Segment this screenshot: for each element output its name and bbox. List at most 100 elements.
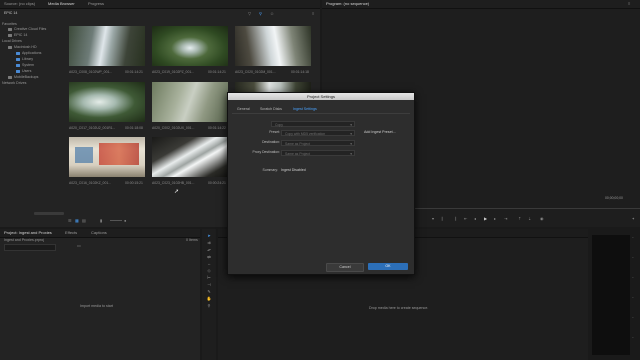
dialog-tab-scratch-disks[interactable]: Scratch Disks — [260, 107, 282, 112]
slide-tool-icon[interactable]: ⊣ — [205, 282, 213, 288]
track-select-tool-icon[interactable]: ⇉ — [205, 240, 213, 246]
project-item-count: 0 Items — [186, 238, 198, 242]
list-view-icon[interactable]: ☰ — [68, 219, 72, 223]
clip-thumbnail[interactable] — [69, 82, 145, 122]
meter-tick-icon: – — [632, 295, 634, 299]
panel-menu-icon[interactable]: ≡ — [628, 2, 630, 6]
pen-tool-icon[interactable]: ✎ — [205, 289, 213, 295]
panel-menu-icon[interactable]: ≡ — [312, 12, 314, 16]
source-tab-bar: Source: (no clips) Media Browser Progres… — [0, 0, 320, 9]
selection-tool-icon[interactable]: ➤ — [205, 233, 213, 239]
tab-program[interactable]: Program: (no sequence) — [326, 1, 369, 7]
tree-item-network-drives[interactable]: Network Drives — [2, 81, 26, 86]
step-forward-icon[interactable]: ▸ — [494, 217, 496, 221]
zoom-slider[interactable] — [110, 220, 122, 221]
icon-view-icon[interactable]: ▦ — [75, 219, 79, 223]
play-icon[interactable]: ▶ — [484, 217, 487, 221]
tab-source[interactable]: Source: (no clips) — [4, 1, 35, 7]
ok-button[interactable]: OK — [368, 263, 408, 270]
user-icon[interactable]: ☺ — [270, 12, 274, 16]
link-icon[interactable]: ⚲ — [259, 12, 262, 16]
zoom-handle-icon[interactable]: ● — [124, 219, 126, 223]
destination-select[interactable]: Same as Project ▾ — [281, 140, 355, 146]
storyboard-icon[interactable]: ▤ — [82, 219, 86, 223]
tab-progress[interactable]: Progress — [88, 1, 104, 7]
chevron-down-icon: ▾ — [350, 142, 352, 146]
folder-icon — [16, 57, 20, 61]
go-to-in-icon[interactable]: ⇤ — [464, 217, 467, 221]
summary-label: Summary: — [262, 168, 278, 172]
clip-name: A023_C019_0102PZ_001... — [152, 70, 195, 74]
tree-item-mobilebackups[interactable]: MobileBackups — [8, 75, 38, 80]
preset-label: Preset: — [269, 130, 280, 134]
tree-scrollbar[interactable] — [34, 212, 64, 215]
razor-tool-icon[interactable]: ◇ — [205, 268, 213, 274]
tab-captions[interactable]: Captions — [91, 230, 107, 236]
lift-icon[interactable]: ⇡ — [518, 217, 521, 221]
ingest-location-label[interactable]: EPIC 14 — [4, 11, 17, 16]
tree-item-macintosh-hd[interactable]: Macintosh HD — [8, 45, 37, 50]
go-to-out-icon[interactable]: ⇥ — [504, 217, 507, 221]
clip-name: A023_C016_0102KZ_001... — [69, 181, 112, 185]
clip-thumbnail[interactable] — [235, 26, 311, 66]
folder-tree: Favorites Creative Cloud Files EPIC 14 L… — [2, 20, 66, 220]
tree-item-epic14[interactable]: EPIC 14 — [8, 33, 27, 38]
cancel-button[interactable]: Cancel — [326, 263, 364, 272]
ripple-edit-tool-icon[interactable]: ⟛ — [205, 247, 213, 253]
clip-name: A020_C017_0102U2_001R1... — [69, 126, 116, 130]
clip-thumbnail[interactable] — [152, 26, 228, 66]
tree-item-system[interactable]: System — [16, 63, 34, 68]
delete-icon[interactable]: ▮ — [100, 219, 102, 223]
ingest-select[interactable]: Copy ▾ — [271, 121, 355, 127]
step-back-icon[interactable]: ◂ — [474, 217, 476, 221]
filter-icon[interactable]: ▽ — [248, 12, 251, 16]
preset-select[interactable]: Copy with MD5 verification ▾ — [281, 130, 355, 136]
mark-in-icon[interactable]: ⎸ — [442, 217, 446, 221]
rate-stretch-tool-icon[interactable]: ↔ — [205, 261, 213, 267]
meter-tick-icon: – — [632, 275, 634, 279]
tab-media-browser[interactable]: Media Browser — [48, 1, 75, 7]
clip-thumbnail[interactable] — [69, 26, 145, 66]
audio-meters: – – – – – – — [590, 229, 640, 360]
clip-thumbnail[interactable] — [152, 137, 228, 177]
folder-icon — [8, 27, 12, 31]
clip-duration: 00:00:15:21 — [125, 181, 143, 185]
new-bin-icon[interactable]: ▭ — [77, 244, 81, 248]
export-frame-icon[interactable]: ◉ — [540, 217, 544, 221]
marker-icon[interactable]: ▾ — [432, 217, 434, 221]
meter-tick-icon: – — [632, 315, 634, 319]
clip-name: A023_C023_0102HB_001... — [152, 181, 195, 185]
dialog-tab-ingest-settings[interactable]: Ingest Settings — [293, 107, 317, 112]
meter-tick-icon: – — [632, 235, 634, 239]
tree-item-local-drives[interactable]: Local Drives — [2, 39, 22, 44]
meter-tick-icon: – — [632, 255, 634, 259]
tree-item-applications[interactable]: Applications — [16, 51, 41, 56]
zoom-tool-icon[interactable]: ⚲ — [205, 303, 213, 309]
project-search-field[interactable] — [4, 244, 56, 251]
tree-item-users[interactable]: Users — [16, 69, 31, 74]
add-button-icon[interactable]: + — [632, 217, 634, 221]
folder-icon — [16, 69, 20, 73]
proxy-destination-label: Proxy Destination: — [252, 150, 280, 154]
project-file-name: Ingest and Proxies.prproj — [4, 238, 44, 242]
tree-item-library[interactable]: Library — [16, 57, 33, 62]
proxy-destination-select[interactable]: Same as Project ▾ — [281, 150, 355, 156]
add-ingest-preset-button[interactable]: Add Ingest Preset... — [364, 130, 396, 135]
rolling-edit-tool-icon[interactable]: ⟚ — [205, 254, 213, 260]
mark-out-icon[interactable]: ⎹ — [452, 217, 456, 221]
tree-item-creative-cloud[interactable]: Creative Cloud Files — [8, 27, 46, 32]
tab-effects[interactable]: Effects — [65, 230, 77, 236]
clip-name: A023_C020_0102M_001... — [235, 70, 276, 74]
tab-project[interactable]: Project: Ingest and Proxies — [4, 230, 52, 236]
slip-tool-icon[interactable]: ⊢ — [205, 275, 213, 281]
summary-value: Ingest Disabled — [281, 168, 306, 172]
dialog-tab-general[interactable]: General — [237, 107, 250, 112]
clip-thumbnail[interactable] — [152, 82, 228, 122]
dialog-tab-divider — [232, 113, 410, 114]
clip-thumbnail[interactable] — [69, 137, 145, 177]
program-tab-bar: Program: (no sequence) ≡ — [322, 0, 640, 9]
chevron-down-icon: ▾ — [350, 123, 352, 127]
chevron-down-icon: ▾ — [350, 132, 352, 136]
extract-icon[interactable]: ⇣ — [528, 217, 531, 221]
hand-tool-icon[interactable]: ✋ — [205, 296, 213, 302]
